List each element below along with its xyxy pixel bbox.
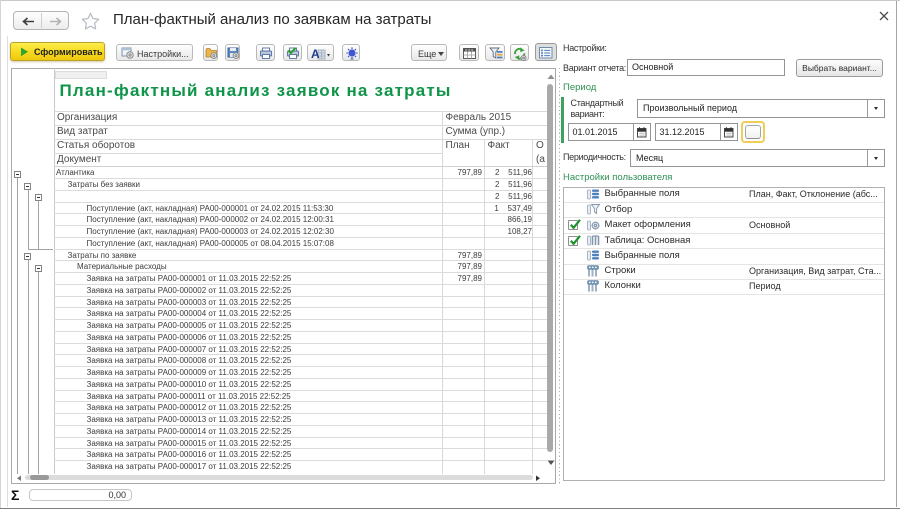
svg-text:A: A — [311, 47, 320, 60]
